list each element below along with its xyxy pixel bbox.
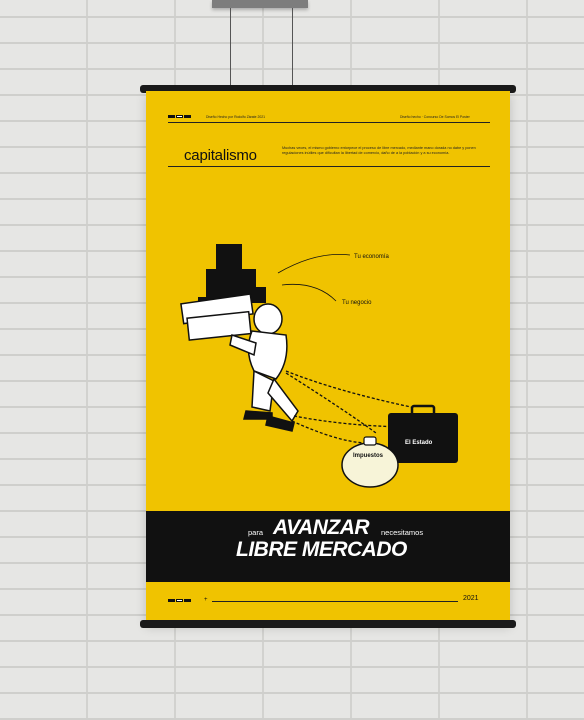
crosshair-icon: + <box>204 597 208 603</box>
poster-year: 2021 <box>463 595 479 602</box>
briefcase <box>388 404 458 463</box>
label-el-estado: El Estado <box>405 440 433 446</box>
hanging-wire-left <box>230 8 231 88</box>
slogan-libre-mercado: LIBRE MERCADO <box>236 538 407 561</box>
header-right-text: Diseño hecho · Concurso De Somos El Post… <box>400 115 470 119</box>
slogan-avanzar: AVANZAR <box>273 516 370 539</box>
poster-title: capitalismo <box>184 147 257 164</box>
slogan-para: para <box>248 528 264 537</box>
label-tu-economia: Tu economía <box>354 254 389 260</box>
header-rule <box>168 122 490 123</box>
title-rule <box>168 166 490 167</box>
hanging-wire-right <box>292 8 293 88</box>
poster-description: Muchas veces, el mismo gobierno entorpec… <box>282 146 476 155</box>
pointer-lines <box>277 254 351 302</box>
ceiling-mount <box>212 0 308 8</box>
header-left-text: Diseño Hecho por Rodolfo Zárate 2021 <box>206 115 265 119</box>
footer-rule <box>212 601 458 602</box>
poster: Diseño Hecho por Rodolfo Zárate 2021 Dis… <box>146 91 510 623</box>
footer-mark-bars <box>168 599 191 602</box>
label-tu-negocio: Tu negocio <box>342 300 372 306</box>
illustration <box>180 244 458 488</box>
header-mark-bars <box>168 115 191 118</box>
carried-boxes <box>180 293 254 341</box>
poster-hanger-bottom <box>140 620 516 628</box>
slogan-necesitamos: necesitamos <box>381 528 424 537</box>
label-impuestos: Impuestos <box>353 453 384 459</box>
